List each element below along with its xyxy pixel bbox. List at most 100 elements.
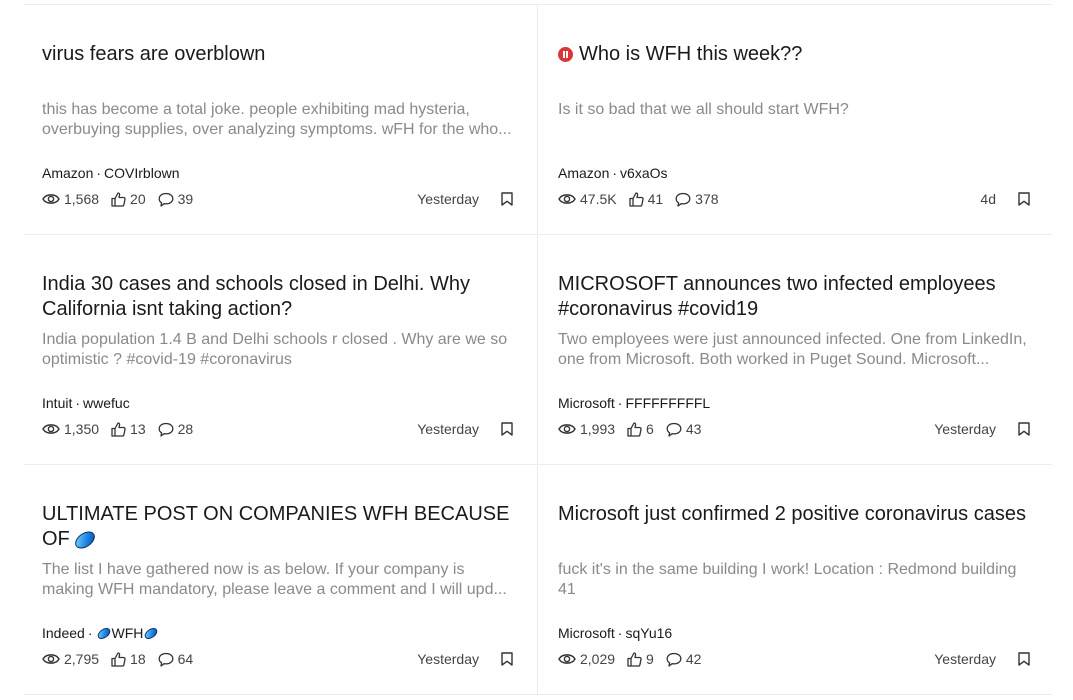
bookmark-icon[interactable] — [501, 422, 513, 436]
comment-icon[interactable] — [158, 652, 174, 667]
company-name[interactable]: Indeed — [42, 625, 85, 641]
likes-stat[interactable]: 13 — [111, 421, 146, 437]
post-card[interactable]: Who is WFH this week?? Is it so bad that… — [537, 5, 1052, 235]
views-count: 2,795 — [64, 651, 100, 667]
post-title-label[interactable]: ULTIMATE POST ON COMPANIES WFH BECAUSE O… — [42, 503, 509, 550]
author-name-group[interactable]: WFH — [95, 625, 160, 642]
thumbs-up-icon[interactable] — [628, 191, 644, 207]
bookmark-icon[interactable] — [1018, 422, 1030, 436]
post-grid: virus fears are overblown this has becom… — [24, 4, 1052, 695]
bookmark-button[interactable] — [1018, 652, 1030, 666]
comment-icon[interactable] — [666, 422, 682, 437]
post-title-text[interactable]: Who is WFH this week?? — [579, 42, 802, 67]
likes-stat[interactable]: 41 — [628, 191, 663, 207]
comments-count: 64 — [177, 651, 194, 667]
post-title[interactable]: Microsoft just confirmed 2 positive coro… — [558, 502, 1030, 552]
comments-stat[interactable]: 64 — [158, 651, 194, 667]
eye-icon — [558, 654, 576, 664]
views-stat: 1,993 — [558, 421, 615, 437]
thumbs-up-icon[interactable] — [111, 421, 126, 437]
post-stats: 1,568 20 39 Yesterday — [42, 190, 513, 208]
bookmark-icon[interactable] — [1018, 652, 1030, 666]
gem-icon — [143, 625, 160, 642]
comments-count: 28 — [177, 421, 194, 437]
comments-count: 378 — [695, 191, 719, 207]
company-name[interactable]: Amazon — [558, 165, 609, 181]
comment-icon[interactable] — [158, 422, 174, 437]
bookmark-icon[interactable] — [501, 192, 513, 206]
comment-icon[interactable] — [675, 192, 691, 207]
post-title[interactable]: ULTIMATE POST ON COMPANIES WFH BECAUSE O… — [42, 502, 513, 552]
bookmark-button[interactable] — [1018, 422, 1030, 436]
comments-stat[interactable]: 28 — [158, 421, 194, 437]
company-name[interactable]: Microsoft — [558, 625, 615, 641]
author-name[interactable]: COVIrblown — [104, 165, 179, 181]
post-card[interactable]: Microsoft just confirmed 2 positive coro… — [537, 465, 1052, 695]
author-name[interactable]: v6xaOs — [620, 165, 667, 181]
thumbs-up-icon[interactable] — [627, 421, 642, 437]
post-meta: Amazon · COVIrblown — [42, 165, 513, 181]
likes-stat[interactable]: 9 — [627, 651, 654, 667]
post-time: Yesterday — [417, 421, 479, 437]
post-stats: 2,795 18 64 Yesterday — [42, 650, 513, 668]
likes-count: 6 — [646, 421, 654, 437]
thumbs-up-icon[interactable] — [111, 191, 126, 207]
comment-icon[interactable] — [158, 192, 174, 207]
post-title[interactable]: MICROSOFT announces two infected employe… — [558, 272, 1030, 322]
bookmark-icon[interactable] — [501, 652, 513, 666]
post-title-text[interactable]: MICROSOFT announces two infected employe… — [558, 272, 1030, 322]
comments-stat[interactable]: 42 — [666, 651, 701, 667]
comments-count: 43 — [685, 421, 702, 437]
post-card[interactable]: virus fears are overblown this has becom… — [24, 5, 537, 235]
gem-icon — [71, 527, 98, 552]
post-title-text[interactable]: ULTIMATE POST ON COMPANIES WFH BECAUSE O… — [42, 502, 513, 552]
eye-icon — [42, 654, 60, 664]
likes-count: 9 — [646, 651, 654, 667]
post-time: 4d — [980, 191, 996, 207]
meta-separator: · — [87, 625, 93, 641]
post-title-text[interactable]: India 30 cases and schools closed in Del… — [42, 272, 513, 322]
likes-stat[interactable]: 20 — [111, 191, 146, 207]
company-name[interactable]: Amazon — [42, 165, 93, 181]
likes-stat[interactable]: 6 — [627, 421, 654, 437]
post-card[interactable]: MICROSOFT announces two infected employe… — [537, 235, 1052, 465]
author-name[interactable]: FFFFFFFFFL — [625, 395, 710, 411]
meta-separator: · — [617, 395, 623, 411]
author-name[interactable]: sqYu16 — [625, 625, 672, 641]
comment-icon[interactable] — [666, 652, 682, 667]
post-title[interactable]: virus fears are overblown — [42, 42, 513, 92]
views-stat: 47.5K — [558, 191, 617, 207]
meta-separator: · — [617, 625, 623, 641]
post-preview: Is it so bad that we all should start WF… — [558, 101, 849, 118]
bookmark-button[interactable] — [501, 652, 513, 666]
views-count: 47.5K — [580, 191, 617, 207]
likes-count: 18 — [130, 651, 146, 667]
company-name[interactable]: Microsoft — [558, 395, 615, 411]
likes-stat[interactable]: 18 — [111, 651, 146, 667]
comments-stat[interactable]: 39 — [158, 191, 194, 207]
post-card[interactable]: India 30 cases and schools closed in Del… — [24, 235, 537, 465]
bookmark-button[interactable] — [501, 192, 513, 206]
post-card[interactable]: ULTIMATE POST ON COMPANIES WFH BECAUSE O… — [24, 465, 537, 695]
bookmark-button[interactable] — [501, 422, 513, 436]
post-preview: The list I have gathered now is as below… — [42, 561, 507, 598]
post-time: Yesterday — [417, 651, 479, 667]
thumbs-up-icon[interactable] — [111, 651, 126, 667]
likes-count: 13 — [130, 421, 146, 437]
bookmark-icon[interactable] — [1018, 192, 1030, 206]
post-title-text[interactable]: Microsoft just confirmed 2 positive coro… — [558, 502, 1026, 527]
company-name[interactable]: Intuit — [42, 395, 72, 411]
bookmark-button[interactable] — [1018, 192, 1030, 206]
comments-count: 39 — [177, 191, 194, 207]
post-stats: 2,029 9 42 Yesterday — [558, 650, 1030, 668]
thumbs-up-icon[interactable] — [627, 651, 642, 667]
post-title[interactable]: Who is WFH this week?? — [558, 42, 1030, 92]
author-name[interactable]: WFH — [112, 625, 144, 641]
post-title-text[interactable]: virus fears are overblown — [42, 42, 265, 67]
post-stats: 1,350 13 28 Yesterday — [42, 420, 513, 438]
comments-stat[interactable]: 43 — [666, 421, 702, 437]
post-meta: Intuit · wwefuc — [42, 395, 513, 411]
comments-stat[interactable]: 378 — [675, 191, 719, 207]
post-title[interactable]: India 30 cases and schools closed in Del… — [42, 272, 513, 322]
author-name[interactable]: wwefuc — [83, 395, 130, 411]
